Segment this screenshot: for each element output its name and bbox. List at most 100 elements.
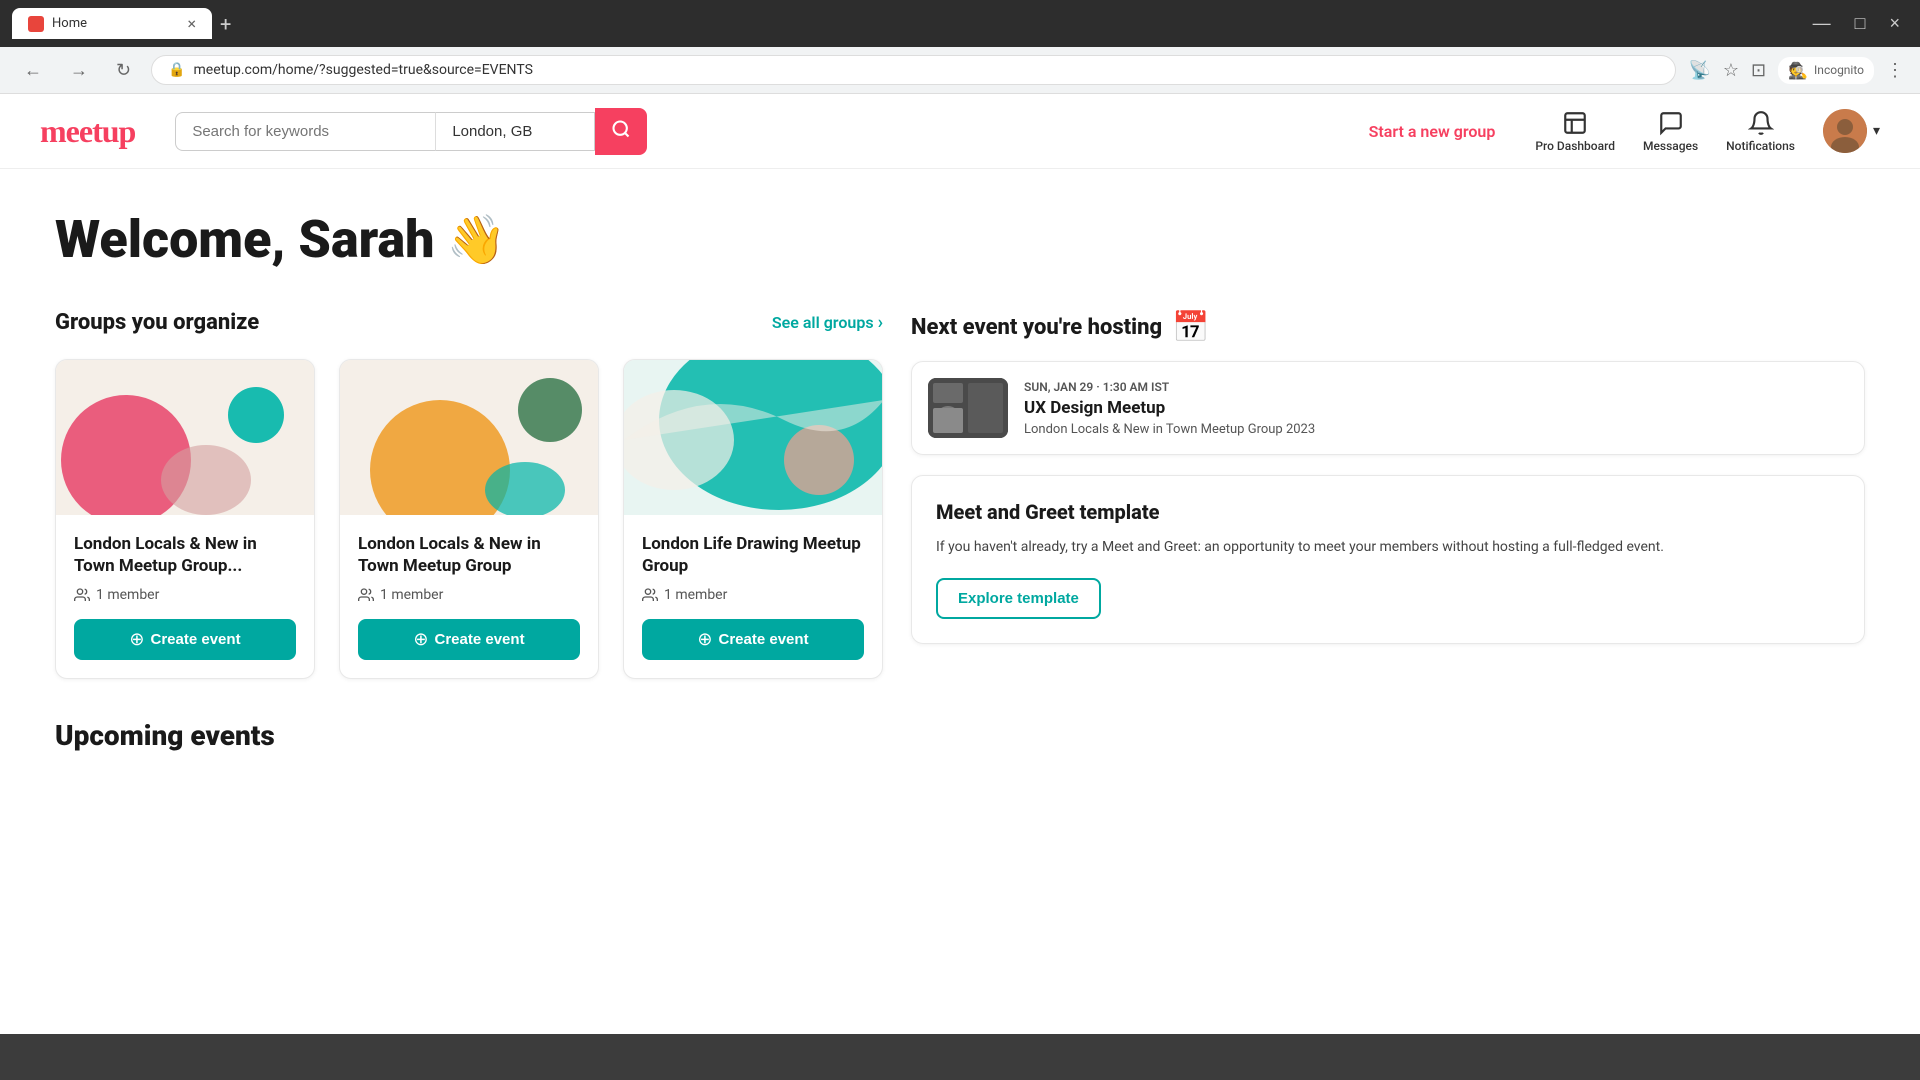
group-card-1-members: 1 member [74,587,296,603]
notifications-nav-item[interactable]: Notifications [1726,110,1795,153]
window-maximize-button[interactable]: □ [1847,9,1874,38]
address-bar[interactable]: 🔒 meetup.com/home/?suggested=true&source… [151,55,1676,85]
wave-emoji: 👋 [447,211,507,268]
plus-icon-2: ⊕ [413,629,428,650]
address-text: meetup.com/home/?suggested=true&source=E… [194,62,533,78]
tab-favicon [28,16,44,32]
group-card-1-image [56,360,314,515]
search-container [175,108,647,155]
template-card: Meet and Greet template If you haven't a… [911,475,1865,644]
group-card-2-members-count: 1 member [380,587,443,603]
next-event-heading: Next event you're hosting 📅 [911,310,1865,345]
content-grid: Groups you organize See all groups › [55,310,1865,679]
search-input[interactable] [175,112,435,151]
groups-section-header: Groups you organize See all groups › [55,310,883,335]
chart-icon [1562,110,1588,136]
refresh-button[interactable]: ↻ [108,56,139,85]
tab-title: Home [52,16,87,31]
pro-dashboard-label: Pro Dashboard [1535,139,1615,153]
group-card-2: London Locals & New in Town Meetup Group… [339,359,599,679]
sidebar-icon[interactable]: ⊡ [1751,60,1766,81]
new-tab-button[interactable]: + [220,12,231,36]
main-content: Welcome, Sarah 👋 Groups you organize See… [0,169,1920,792]
members-icon-3 [642,587,658,603]
messages-label: Messages [1643,139,1698,153]
browser-frame: Home × + — □ × ← → ↻ 🔒 meetup.com/home/?… [0,0,1920,1080]
search-button[interactable] [595,108,647,155]
cast-icon[interactable]: 📡 [1688,60,1710,81]
back-button[interactable]: ← [16,56,50,85]
plus-icon-3: ⊕ [697,629,712,650]
bell-icon [1748,110,1774,136]
create-event-label-1: Create event [151,631,241,648]
incognito-label: Incognito [1814,63,1864,77]
pro-dashboard-nav-item[interactable]: Pro Dashboard [1535,110,1615,153]
group-card-2-image [340,360,598,515]
group-card-3-body: London Life Drawing Meetup Group 1 membe… [624,515,882,678]
messages-icon [1658,110,1684,136]
browser-navbar: ← → ↻ 🔒 meetup.com/home/?suggested=true&… [0,47,1920,94]
plus-icon-1: ⊕ [129,629,144,650]
incognito-icon: 🕵️ [1788,61,1808,80]
group-card-2-members: 1 member [358,587,580,603]
group-card-3-image [624,360,882,515]
tab-close-button[interactable]: × [187,14,196,33]
event-group: London Locals & New in Town Meetup Group… [1024,422,1848,437]
group-card-3-members: 1 member [642,587,864,603]
next-event-section: Next event you're hosting 📅 [911,310,1865,455]
location-input[interactable] [435,112,595,151]
group-card-1: London Locals & New in Town Meetup Group… [55,359,315,679]
explore-template-button[interactable]: Explore template [936,578,1101,619]
logo-text: meetup [40,113,135,150]
app-header: meetup Start a new group Pro D [0,94,1920,169]
start-new-group-link[interactable]: Start a new group [1369,122,1496,141]
browser-titlebar: Home × + — □ × [0,0,1920,47]
user-avatar [1823,109,1867,153]
bookmark-icon[interactable]: ☆ [1723,60,1739,81]
event-name: UX Design Meetup [1024,398,1848,418]
group-card-1-body: London Locals & New in Town Meetup Group… [56,515,314,678]
next-event-title-text: Next event you're hosting [911,315,1162,340]
user-avatar-container[interactable]: ▾ [1823,109,1880,153]
see-all-groups-text: See all groups [772,313,874,332]
members-icon-2 [358,587,374,603]
logo[interactable]: meetup [40,113,135,150]
messages-nav-item[interactable]: Messages [1643,110,1698,153]
event-image [928,378,1008,438]
header-icons: Pro Dashboard Messages Notifications [1535,110,1795,153]
lock-icon: 🔒 [168,62,185,78]
browser-tab[interactable]: Home × [12,8,212,39]
group-card-3: London Life Drawing Meetup Group 1 membe… [623,359,883,679]
group-card-2-title: London Locals & New in Town Meetup Group [358,533,580,577]
next-event-card[interactable]: SUN, JAN 29 · 1:30 AM IST UX Design Meet… [911,361,1865,455]
template-description: If you haven't already, try a Meet and G… [936,536,1840,558]
avatar-chevron-icon: ▾ [1873,123,1880,139]
template-title: Meet and Greet template [936,500,1840,524]
app-container: meetup Start a new group Pro D [0,94,1920,1034]
more-options-icon[interactable]: ⋮ [1886,60,1904,81]
window-controls: — □ × [1805,9,1908,38]
calendar-emoji: 📅 [1172,310,1209,345]
group-card-3-title: London Life Drawing Meetup Group [642,533,864,577]
see-all-groups-link[interactable]: See all groups › [772,312,883,333]
welcome-heading: Welcome, Sarah 👋 [55,209,1865,270]
forward-button[interactable]: → [62,56,96,85]
group-card-1-title: London Locals & New in Town Meetup Group… [74,533,296,577]
create-event-button-3[interactable]: ⊕ Create event [642,619,864,660]
welcome-text: Welcome, Sarah [55,209,435,270]
browser-actions: 📡 ☆ ⊡ 🕵️ Incognito ⋮ [1688,57,1904,84]
window-close-button[interactable]: × [1881,9,1908,38]
create-event-button-2[interactable]: ⊕ Create event [358,619,580,660]
window-minimize-button[interactable]: — [1805,9,1839,38]
create-event-label-3: Create event [719,631,809,648]
create-event-label-2: Create event [435,631,525,648]
groups-section-title: Groups you organize [55,310,259,335]
right-sidebar: Next event you're hosting 📅 [911,310,1865,679]
incognito-badge: 🕵️ Incognito [1778,57,1874,84]
upcoming-events-heading: Upcoming events [55,719,1865,752]
members-icon-1 [74,587,90,603]
event-info: SUN, JAN 29 · 1:30 AM IST UX Design Meet… [1024,380,1848,437]
event-date: SUN, JAN 29 · 1:30 AM IST [1024,380,1848,394]
create-event-button-1[interactable]: ⊕ Create event [74,619,296,660]
groups-section: Groups you organize See all groups › [55,310,883,679]
